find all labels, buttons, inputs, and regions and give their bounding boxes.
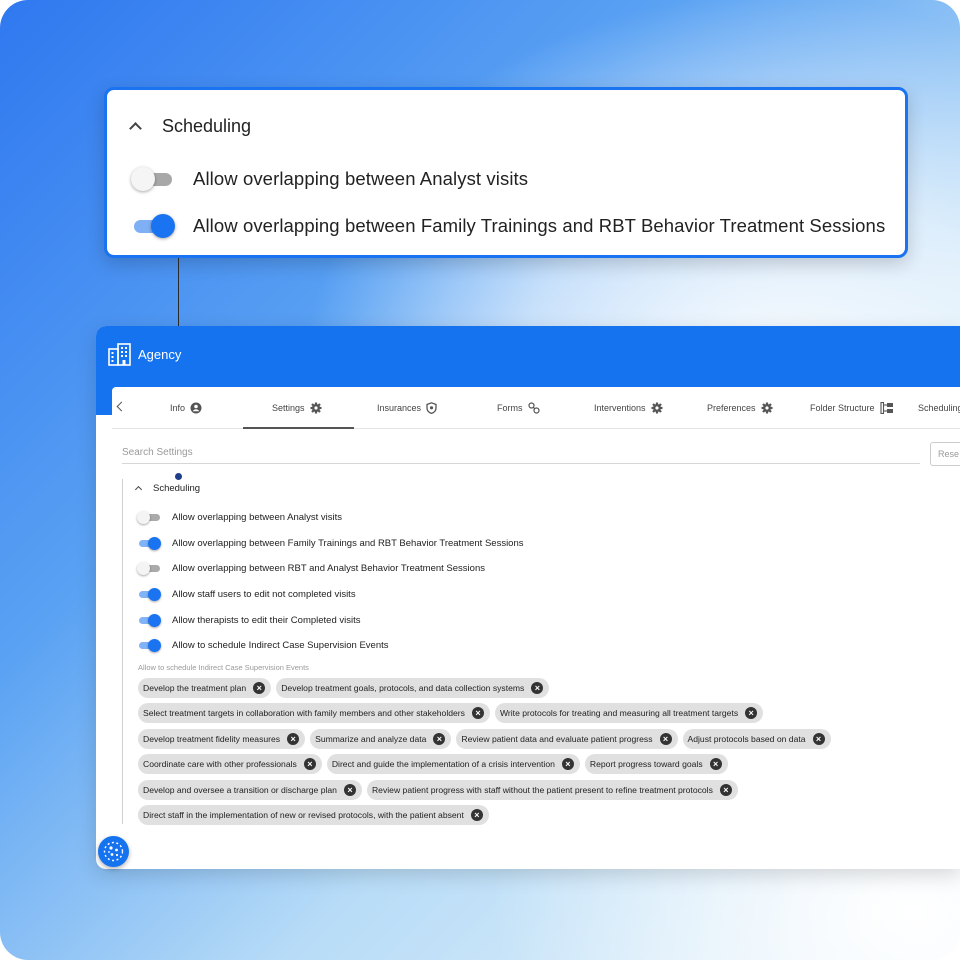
- chip: Summarize and analyze data ×: [310, 729, 452, 749]
- chip: Write protocols for treating and measuri…: [494, 703, 764, 723]
- chip-row: Develop and oversee a transition or disc…: [138, 780, 743, 800]
- chip-row: Select treatment targets in collaboratio…: [138, 703, 768, 723]
- close-icon[interactable]: ×: [745, 707, 758, 719]
- chip-row: Develop treatment fidelity measures × Sum…: [138, 729, 836, 749]
- close-icon[interactable]: ×: [471, 707, 484, 719]
- toggle-label: Allow overlapping between Family Trainin…: [193, 215, 886, 236]
- setting-label: Allow overlapping between Family Trainin…: [172, 538, 524, 549]
- scheduling-section-header[interactable]: Scheduling: [134, 483, 201, 494]
- toggle-switch[interactable]: [137, 537, 161, 550]
- close-icon[interactable]: ×: [433, 733, 446, 745]
- close-icon[interactable]: ×: [531, 682, 544, 694]
- chip: Coordinate care with other professionals…: [138, 754, 322, 774]
- close-icon[interactable]: ×: [659, 733, 672, 745]
- reset-button[interactable]: Rese: [930, 442, 960, 466]
- callout-toggle-row-family-trainings: Allow overlapping between Family Trainin…: [131, 213, 885, 239]
- close-icon[interactable]: ×: [253, 682, 266, 694]
- setting-row: Allow to schedule Indirect Case Supervis…: [137, 639, 389, 652]
- chevron-up-icon: [129, 122, 142, 135]
- chip: Adjust protocols based on data ×: [682, 729, 831, 749]
- setting-label: Allow staff users to edit not completed …: [172, 589, 356, 600]
- gear-icon: [310, 402, 322, 414]
- scheduling-callout: Scheduling Allow overlapping between Ana…: [104, 87, 908, 258]
- chip: Develop and oversee a transition or disc…: [138, 780, 362, 800]
- setting-label: Allow to schedule Indirect Case Supervis…: [172, 640, 389, 651]
- tab-scheduling[interactable]: Scheduling: [918, 387, 960, 429]
- setting-label: Allow overlapping between Analyst visits: [172, 512, 343, 523]
- tab-bar: Info Settings Insurances Forms Intervent…: [112, 387, 960, 429]
- active-tab-indicator: [243, 427, 354, 429]
- chip: Direct staff in the implementation of ne…: [138, 805, 489, 825]
- chevron-left-icon[interactable]: [116, 401, 127, 412]
- setting-row: Allow staff users to edit not completed …: [137, 588, 356, 601]
- chip: Develop treatment goals, protocols, and …: [276, 678, 550, 698]
- chip-row: Direct staff in the implementation of ne…: [138, 805, 494, 825]
- toggle-switch[interactable]: [131, 166, 173, 192]
- forms-icon: [527, 402, 540, 414]
- close-icon[interactable]: ×: [470, 809, 483, 821]
- close-icon[interactable]: ×: [719, 784, 732, 796]
- tab-folder-structure[interactable]: Folder Structure: [810, 387, 894, 429]
- callout-section-title: Scheduling: [162, 116, 252, 136]
- toggle-switch[interactable]: [137, 511, 161, 524]
- folder-tree-icon: [879, 402, 894, 414]
- close-icon[interactable]: ×: [287, 733, 300, 745]
- chip-row: Coordinate care with other professionals…: [138, 754, 733, 774]
- chip: Review patient progress with staff witho…: [366, 780, 738, 800]
- chip: Review patient data and evaluate patient…: [456, 729, 678, 749]
- toggle-switch[interactable]: [131, 213, 175, 239]
- setting-row: Allow therapists to edit their Completed…: [137, 614, 361, 627]
- chip-row: Develop the treatment plan × Develop trea…: [138, 678, 554, 698]
- setting-row: Allow overlapping between Family Trainin…: [137, 537, 524, 550]
- chips-field-label: Allow to schedule Indirect Case Supervis…: [138, 663, 309, 672]
- tab-settings[interactable]: Settings: [272, 387, 322, 429]
- search-input[interactable]: Search Settings: [122, 446, 920, 464]
- app-title: Agency: [138, 347, 182, 362]
- setting-row: Allow overlapping between Analyst visits: [137, 511, 342, 524]
- chevron-up-icon: [134, 485, 143, 494]
- close-icon[interactable]: ×: [343, 784, 356, 796]
- cookie-icon: [103, 841, 124, 862]
- close-icon[interactable]: ×: [561, 758, 574, 770]
- tab-info[interactable]: Info: [170, 387, 202, 429]
- section-divider: [122, 479, 123, 824]
- cookie-settings-button[interactable]: [98, 836, 129, 867]
- app-window: Agency Info Settings Insurances Forms In…: [96, 326, 960, 869]
- account-circle-icon: [190, 402, 202, 414]
- connector-dot: [175, 473, 182, 480]
- toggle-switch[interactable]: [137, 639, 161, 652]
- close-icon[interactable]: ×: [303, 758, 316, 770]
- setting-label: Allow therapists to edit their Completed…: [172, 615, 361, 626]
- chip: Direct and guide the implementation of a…: [326, 754, 580, 774]
- callout-toggle-row-analyst: Allow overlapping between Analyst visits: [131, 166, 528, 192]
- toggle-switch[interactable]: [137, 588, 161, 601]
- tab-insurances[interactable]: Insurances: [377, 387, 437, 429]
- tab-preferences[interactable]: Preferences: [707, 387, 773, 429]
- chip: Develop treatment fidelity measures ×: [138, 729, 306, 749]
- setting-row: Allow overlapping between RBT and Analys…: [137, 562, 485, 575]
- setting-label: Allow overlapping between RBT and Analys…: [172, 563, 485, 574]
- chip: Select treatment targets in collaboratio…: [138, 703, 490, 723]
- close-icon[interactable]: ×: [709, 758, 722, 770]
- tab-forms[interactable]: Forms: [497, 387, 540, 429]
- toggle-switch[interactable]: [137, 614, 161, 627]
- section-title: Scheduling: [153, 483, 201, 494]
- toggle-switch[interactable]: [137, 562, 161, 575]
- gear-icon: [761, 402, 773, 414]
- settings-panel: Info Settings Insurances Forms Intervent…: [112, 387, 960, 869]
- close-icon[interactable]: ×: [812, 733, 825, 745]
- building-icon: [108, 343, 131, 371]
- shield-icon: [426, 402, 437, 414]
- chip: Report progress toward goals ×: [584, 754, 728, 774]
- callout-section-header[interactable]: Scheduling: [129, 116, 252, 137]
- toggle-label: Allow overlapping between Analyst visits: [193, 168, 529, 189]
- gear-icon: [651, 402, 663, 414]
- tab-interventions[interactable]: Interventions: [594, 387, 663, 429]
- chip: Develop the treatment plan ×: [138, 678, 272, 698]
